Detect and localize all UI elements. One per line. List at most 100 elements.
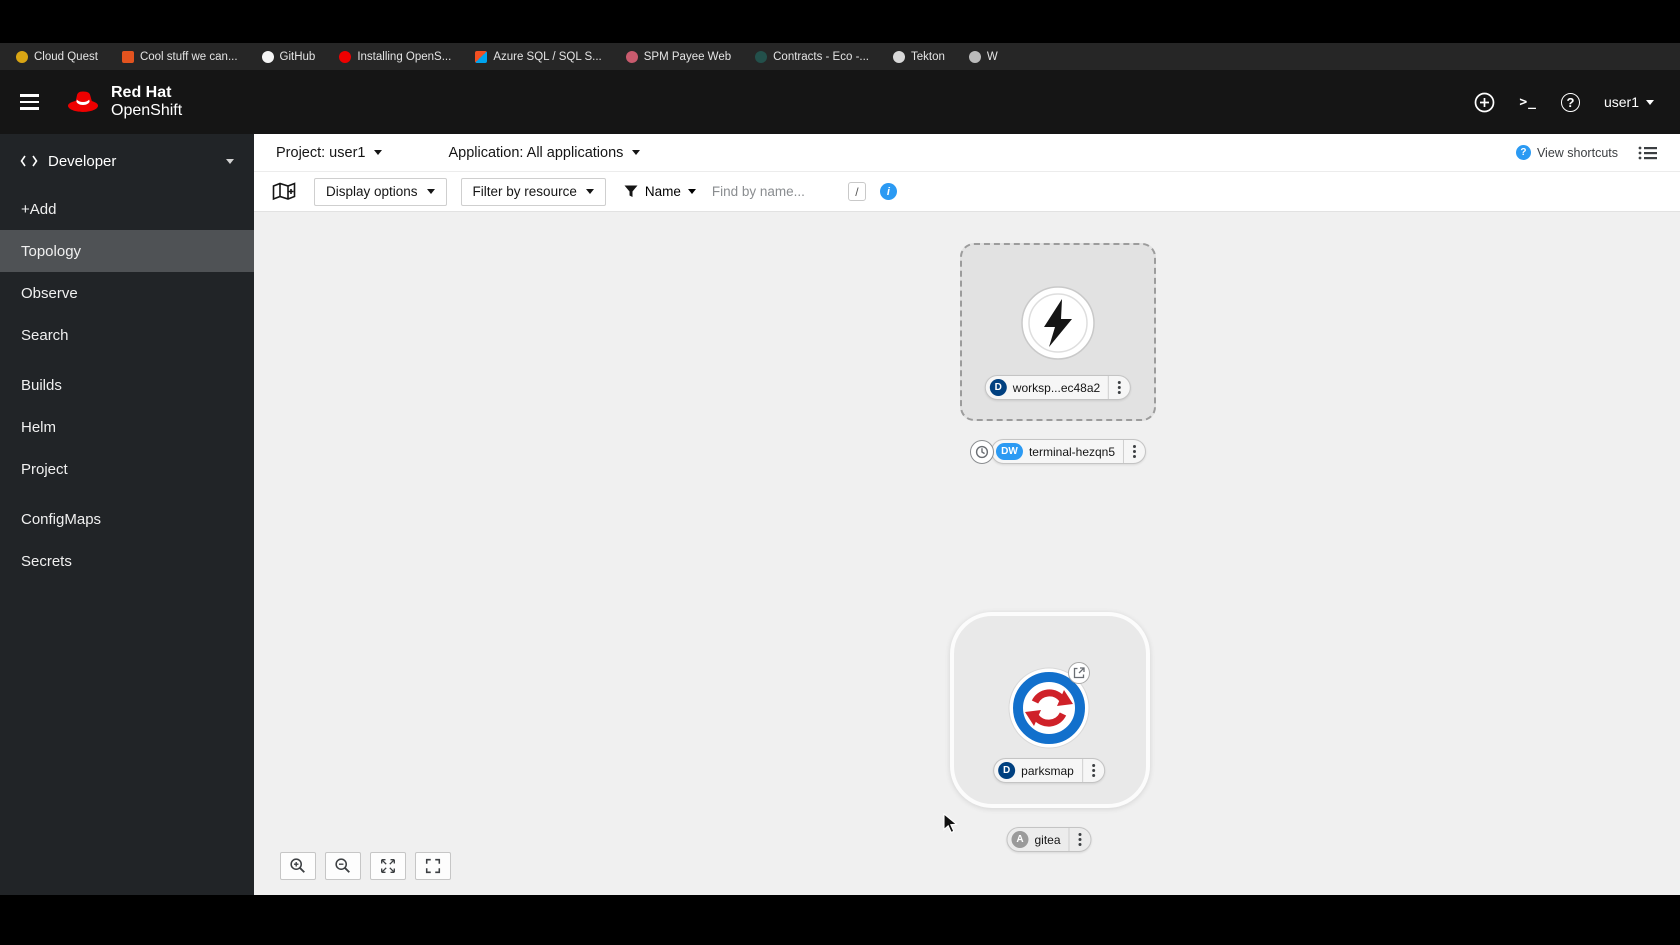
masthead-toolbar: >_ ? user1 [1474, 92, 1654, 113]
hamburger-menu-button[interactable] [20, 94, 39, 110]
bookmark-label: W [986, 50, 998, 63]
topology-canvas[interactable]: D worksp...ec48a2 DW terminal-hezqn5 D p… [254, 212, 1680, 895]
masthead: Red Hat OpenShift >_ ? user1 [0, 70, 1680, 134]
sidebar-item-add[interactable]: +Add [0, 188, 254, 230]
bookmark-label: SPM Payee Web [643, 50, 732, 63]
globe-favicon [968, 50, 981, 63]
bookmark-w[interactable]: W [968, 50, 998, 63]
display-options-label: Display options [326, 184, 418, 199]
bookmark-cool-stuff[interactable]: Cool stuff we can... [121, 50, 238, 63]
view-shortcuts-button[interactable]: ? View shortcuts [1515, 145, 1618, 160]
gitea-node-label[interactable]: A gitea [1006, 827, 1092, 852]
bookmark-tekton[interactable]: Tekton [892, 50, 945, 63]
canvas-controls [280, 852, 451, 880]
devworkspace-decorator-icon [975, 445, 989, 458]
project-dropdown[interactable]: Project: user1 [276, 144, 383, 161]
help-menu-button[interactable]: ? [1560, 92, 1580, 112]
web-terminal-button[interactable]: >_ [1519, 95, 1537, 110]
workspace-node[interactable] [1020, 285, 1096, 361]
devworkspace-lightning-icon [1021, 286, 1095, 360]
chevron-down-icon [374, 150, 383, 155]
filter-funnel-icon [624, 185, 638, 197]
topology-legend-button[interactable] [268, 178, 300, 205]
edit-source-decorator[interactable] [1068, 662, 1090, 684]
bookmark-github[interactable]: GitHub [261, 50, 316, 63]
external-link-icon [1073, 667, 1085, 679]
zoom-out-button[interactable] [325, 852, 361, 880]
bookmark-label: Installing OpenS... [357, 50, 452, 63]
parksmap-node-name: parksmap [1021, 763, 1074, 778]
sidebar-item-secrets[interactable]: Secrets [0, 540, 254, 582]
cloud-quest-favicon [16, 50, 28, 63]
chevron-down-icon [426, 189, 435, 194]
list-view-toggle-button[interactable] [1638, 145, 1658, 161]
fit-to-screen-button[interactable] [370, 852, 406, 880]
chevron-down-icon [226, 158, 234, 164]
devworkspace-badge: DW [995, 443, 1023, 460]
openshift-favicon [339, 50, 352, 63]
fullscreen-icon [425, 858, 441, 874]
chevron-down-icon [1646, 99, 1654, 105]
sidebar-item-observe[interactable]: Observe [0, 272, 254, 314]
github-favicon [261, 50, 274, 63]
application-dropdown[interactable]: Application: All applications [448, 145, 641, 161]
display-options-dropdown[interactable]: Display options [314, 177, 447, 206]
parksmap-node-label[interactable]: D parksmap [993, 758, 1105, 783]
quick-create-button[interactable] [1474, 92, 1495, 113]
terminal-node-row: DW terminal-hezqn5 [969, 439, 1147, 464]
bookmark-azure-sql[interactable]: Azure SQL / SQL S... [475, 50, 602, 63]
sidebar-item-topology[interactable]: Topology [0, 230, 254, 272]
kebab-icon [1091, 769, 1095, 772]
sidebar-item-project[interactable]: Project [0, 448, 254, 490]
sidebar-item-helm[interactable]: Helm [0, 406, 254, 448]
parksmap-kebab-menu[interactable] [1081, 759, 1104, 782]
bookmark-label: Cool stuff we can... [139, 50, 238, 63]
bookmark-label: GitHub [279, 50, 316, 63]
bookmark-contracts[interactable]: Contracts - Eco -... [755, 50, 869, 63]
zoom-out-icon [335, 858, 350, 873]
bookmark-label: Contracts - Eco -... [773, 50, 869, 63]
filter-by-resource-dropdown[interactable]: Filter by resource [460, 177, 606, 206]
spm-favicon [625, 50, 638, 63]
bookmark-cloud-quest[interactable]: Cloud Quest [16, 50, 98, 63]
help-circle-icon: ? [1515, 145, 1531, 160]
filter-by-resource-label: Filter by resource [472, 184, 577, 199]
chevron-down-icon [687, 189, 696, 194]
terminal-decorator[interactable] [969, 439, 994, 464]
view-shortcuts-label: View shortcuts [1536, 145, 1618, 160]
perspective-label: Developer [48, 152, 117, 170]
fullscreen-button[interactable] [415, 852, 451, 880]
zoom-in-button[interactable] [280, 852, 316, 880]
user-menu[interactable]: user1 [1604, 94, 1654, 110]
terminal-icon: >_ [1519, 94, 1537, 110]
perspective-switcher[interactable]: Developer [0, 134, 254, 188]
deployment-badge: D [998, 762, 1016, 779]
sidebar-item-configmaps[interactable]: ConfigMaps [0, 498, 254, 540]
app-body: Developer +Add Topology Observe Search B… [0, 134, 1680, 895]
workspace-node-label[interactable]: D worksp...ec48a2 [984, 375, 1132, 400]
main-content: Project: user1 Application: All applicat… [254, 134, 1680, 895]
bookmark-installing-openshift[interactable]: Installing OpenS... [339, 50, 452, 63]
workspace-kebab-menu[interactable] [1108, 376, 1130, 399]
mouse-cursor [943, 812, 959, 840]
kebab-icon [1078, 838, 1082, 841]
tekton-favicon [892, 50, 905, 63]
application-badge: A [1011, 831, 1029, 848]
terminal-node-label[interactable]: DW terminal-hezqn5 [990, 439, 1147, 464]
name-filter-label: Name [644, 184, 681, 199]
find-by-name-box: / [711, 182, 866, 201]
terminal-kebab-menu[interactable] [1123, 440, 1145, 463]
sidebar-item-search[interactable]: Search [0, 314, 254, 356]
sidebar-item-builds[interactable]: Builds [0, 364, 254, 406]
azure-favicon [475, 50, 488, 63]
bookmark-spm-payee[interactable]: SPM Payee Web [625, 50, 732, 63]
redhat-fedora-icon [68, 91, 98, 112]
brand-text: Red Hat OpenShift [111, 84, 182, 119]
project-dropdown-label: Project: user1 [276, 144, 366, 161]
info-icon[interactable]: i [879, 183, 897, 200]
book-favicon [121, 50, 134, 63]
name-filter-dropdown[interactable]: Name [624, 184, 696, 199]
gitea-kebab-menu[interactable] [1068, 828, 1091, 851]
find-by-name-input[interactable] [711, 184, 840, 199]
fit-to-screen-icon [381, 859, 395, 873]
